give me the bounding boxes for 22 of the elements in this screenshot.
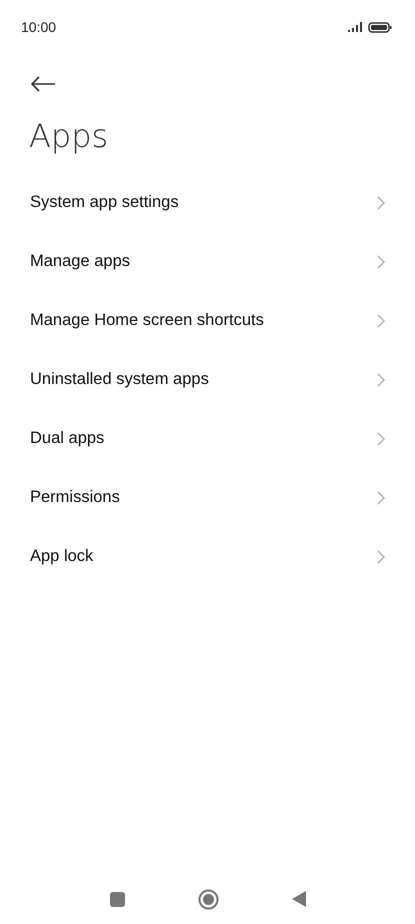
signal-icon: [348, 22, 364, 32]
settings-item[interactable]: System app settings: [0, 173, 415, 232]
home-button[interactable]: [198, 888, 218, 910]
chevron-icon: [377, 314, 385, 328]
page-title: Apps: [29, 117, 110, 155]
chevron-icon: [377, 550, 385, 564]
settings-item[interactable]: Dual apps: [0, 409, 415, 468]
settings-item[interactable]: Permissions: [0, 468, 415, 527]
chevron-icon: [377, 432, 385, 446]
settings-item[interactable]: Uninstalled system apps: [0, 350, 415, 409]
chevron-icon: [377, 254, 385, 268]
settings-item[interactable]: Manage Home screen shortcuts: [0, 291, 415, 350]
chevron-icon: [377, 196, 385, 210]
battery-icon: [368, 22, 392, 32]
chevron-icon: [377, 490, 385, 504]
recents-button[interactable]: [110, 892, 124, 906]
settings-item[interactable]: App lock: [0, 527, 415, 586]
status-time: 10:00: [21, 19, 56, 35]
back-nav-button[interactable]: [292, 891, 306, 907]
chevron-icon: [377, 372, 385, 386]
back-button[interactable]: [28, 74, 58, 94]
settings-item[interactable]: Manage apps: [0, 232, 415, 291]
